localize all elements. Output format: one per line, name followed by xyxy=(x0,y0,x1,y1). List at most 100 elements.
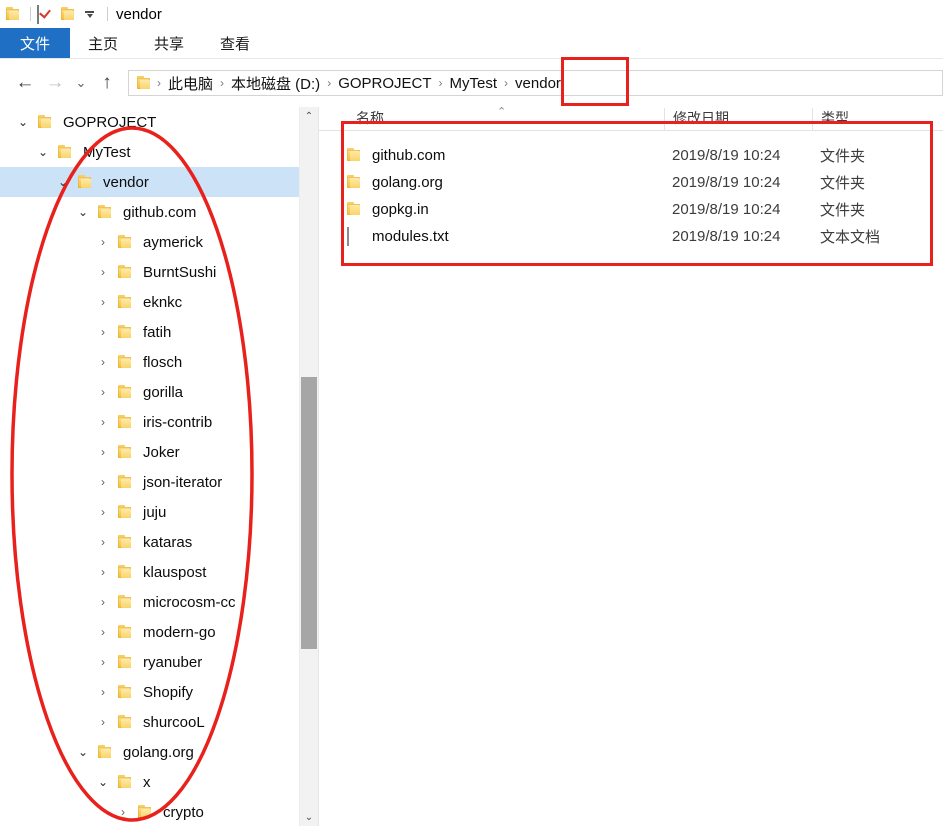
chevron-right-icon[interactable]: › xyxy=(94,326,112,338)
tree-item-vendor[interactable]: ⌄ vendor xyxy=(0,167,318,197)
chevron-down-icon[interactable]: ⌄ xyxy=(94,776,112,788)
chevron-right-icon[interactable]: › xyxy=(94,716,112,728)
tree-item-flosch[interactable]: › flosch xyxy=(0,347,318,377)
tree-item-juju[interactable]: › juju xyxy=(0,497,318,527)
tab-view[interactable]: 查看 xyxy=(202,28,268,58)
tree-item-shurcool[interactable]: › shurcooL xyxy=(0,707,318,737)
tree-item-label: microcosm-cc xyxy=(143,593,236,611)
chevron-right-icon[interactable]: › xyxy=(94,476,112,488)
chevron-down-icon[interactable]: ⌄ xyxy=(34,146,52,158)
tab-home[interactable]: 主页 xyxy=(70,28,136,58)
back-button[interactable]: ← xyxy=(10,68,40,98)
chevron-right-icon[interactable]: › xyxy=(94,266,112,278)
chevron-right-icon[interactable]: › xyxy=(94,596,112,608)
file-date-cell: 2019/8/19 10:24 xyxy=(672,174,781,191)
tree-item-klauspost[interactable]: › klauspost xyxy=(0,557,318,587)
chevron-right-icon[interactable]: › xyxy=(94,296,112,308)
tree-item-label: aymerick xyxy=(143,233,204,251)
table-row[interactable]: github.com 2019/8/19 10:24 文件夹 xyxy=(319,142,943,169)
properties-icon[interactable] xyxy=(37,5,53,24)
chevron-right-icon[interactable]: › xyxy=(94,446,112,458)
ribbon-tab-bar: 文件 主页 共享 查看 xyxy=(0,28,943,59)
column-header-type[interactable]: 类型 xyxy=(812,108,922,130)
chevron-right-icon[interactable]: › xyxy=(94,566,112,578)
tree-item-x[interactable]: ⌄ x xyxy=(0,767,318,797)
tree-scrollbar[interactable]: ⌃ ⌄ xyxy=(299,107,318,826)
tree-item-label: vendor xyxy=(103,173,149,191)
tree-item-shopify[interactable]: › Shopify xyxy=(0,677,318,707)
folder-icon xyxy=(347,146,363,166)
up-button[interactable]: ↑ xyxy=(92,68,122,98)
chevron-right-icon[interactable]: › xyxy=(94,416,112,428)
folder-icon xyxy=(118,654,134,670)
customize-caret-icon[interactable] xyxy=(83,7,97,21)
chevron-right-icon[interactable]: › xyxy=(94,626,112,638)
chevron-down-icon[interactable]: ⌄ xyxy=(54,176,72,188)
chevron-down-icon[interactable]: ⌄ xyxy=(74,206,92,218)
folder-icon xyxy=(78,174,94,190)
file-name-cell[interactable]: github.com xyxy=(319,146,664,166)
breadcrumb-item-local-disk[interactable]: 本地磁盘 (D:) xyxy=(226,73,325,94)
column-header-row: 名称 修改日期 类型 xyxy=(319,107,943,131)
table-row[interactable]: golang.org 2019/8/19 10:24 文件夹 xyxy=(319,169,943,196)
tab-file[interactable]: 文件 xyxy=(0,28,71,58)
tree-item-kataras[interactable]: › kataras xyxy=(0,527,318,557)
tree-item-iris-contrib[interactable]: › iris-contrib xyxy=(0,407,318,437)
column-header-name[interactable]: 名称 xyxy=(319,108,664,130)
chevron-right-icon[interactable]: › xyxy=(94,536,112,548)
tab-share[interactable]: 共享 xyxy=(136,28,202,58)
tree-item-fatih[interactable]: › fatih xyxy=(0,317,318,347)
file-name-label: gopkg.in xyxy=(372,201,429,218)
new-folder-icon[interactable] xyxy=(61,6,77,22)
breadcrumb[interactable]: › 此电脑 › 本地磁盘 (D:) › GOPROJECT › MyTest ›… xyxy=(128,70,943,96)
breadcrumb-item-vendor[interactable]: vendor xyxy=(510,75,566,92)
folder-icon xyxy=(347,200,363,220)
chevron-down-icon[interactable]: ⌄ xyxy=(14,116,32,128)
chevron-right-icon[interactable]: › xyxy=(94,686,112,698)
tree-item-label: iris-contrib xyxy=(143,413,213,431)
scroll-down-icon[interactable]: ⌄ xyxy=(300,808,318,826)
tree-item-crypto[interactable]: › crypto xyxy=(0,797,318,826)
chevron-right-icon[interactable]: › xyxy=(94,236,112,248)
recent-locations-button[interactable]: ⌄ xyxy=(70,68,92,98)
chevron-right-icon[interactable]: › xyxy=(94,356,112,368)
chevron-down-icon[interactable]: ⌄ xyxy=(74,746,92,758)
tree-item-eknkc[interactable]: › eknkc xyxy=(0,287,318,317)
scrollbar-thumb[interactable] xyxy=(301,377,317,649)
table-row[interactable]: modules.txt 2019/8/19 10:24 文本文档 xyxy=(319,223,943,250)
folder-icon xyxy=(137,75,153,91)
chevron-right-icon[interactable]: › xyxy=(94,506,112,518)
tree-item-burntsushi[interactable]: › BurntSushi xyxy=(0,257,318,287)
tree-item-golang-org[interactable]: ⌄ golang.org xyxy=(0,737,318,767)
breadcrumb-item-this-pc[interactable]: 此电脑 xyxy=(163,73,218,94)
file-name-cell[interactable]: gopkg.in xyxy=(319,200,664,220)
chevron-right-icon[interactable]: › xyxy=(114,806,132,818)
chevron-right-icon[interactable]: › xyxy=(94,656,112,668)
file-name-label: github.com xyxy=(372,147,446,164)
table-row[interactable]: gopkg.in 2019/8/19 10:24 文件夹 xyxy=(319,196,943,223)
forward-button[interactable]: → xyxy=(40,68,70,98)
tree-item-ryanuber[interactable]: › ryanuber xyxy=(0,647,318,677)
tree-item-microcosm-cc[interactable]: › microcosm-cc xyxy=(0,587,318,617)
folder-icon xyxy=(118,354,134,370)
scroll-up-icon[interactable]: ⌃ xyxy=(300,107,318,125)
tree-item-mytest[interactable]: ⌄ MyTest xyxy=(0,137,318,167)
title-bar: vendor xyxy=(0,0,943,28)
folder-tree: ⌄ GOPROJECT ⌄ MyTest ⌄ vendor ⌄ github.com › ayme… xyxy=(0,107,318,826)
tree-item-aymerick[interactable]: › aymerick xyxy=(0,227,318,257)
file-name-cell[interactable]: modules.txt xyxy=(319,227,664,246)
folder-icon[interactable] xyxy=(6,6,22,22)
tree-item-json-iterator[interactable]: › json-iterator xyxy=(0,467,318,497)
file-name-cell[interactable]: golang.org xyxy=(319,173,664,193)
column-header-date-modified[interactable]: 修改日期 xyxy=(664,108,812,130)
folder-icon xyxy=(118,294,134,310)
breadcrumb-item-goproject[interactable]: GOPROJECT xyxy=(333,75,436,92)
tree-item-goproject[interactable]: ⌄ GOPROJECT xyxy=(0,107,318,137)
breadcrumb-item-mytest[interactable]: MyTest xyxy=(445,75,503,92)
tree-item-joker[interactable]: › Joker xyxy=(0,437,318,467)
tree-item-modern-go[interactable]: › modern-go xyxy=(0,617,318,647)
tree-item-gorilla[interactable]: › gorilla xyxy=(0,377,318,407)
tree-item-label: flosch xyxy=(143,353,183,371)
tree-item-github-com[interactable]: ⌄ github.com xyxy=(0,197,318,227)
chevron-right-icon[interactable]: › xyxy=(94,386,112,398)
